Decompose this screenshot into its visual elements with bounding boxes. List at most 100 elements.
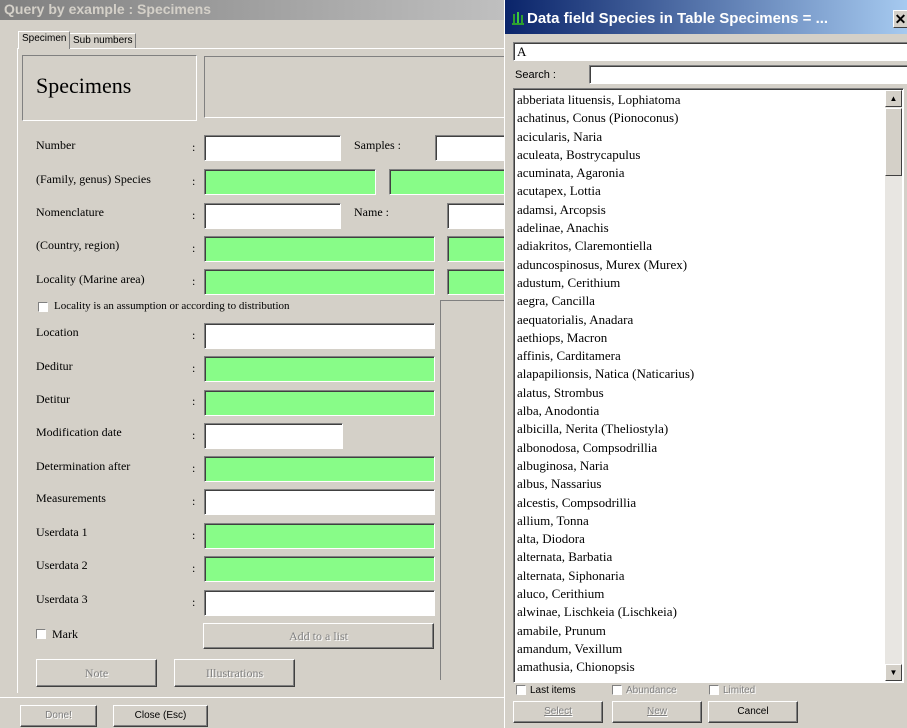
family-genus-field[interactable] xyxy=(204,169,376,195)
list-item[interactable]: albicilla, Nerita (Theliostyla) xyxy=(517,420,882,438)
list-item[interactable]: aculeata, Bostrycapulus xyxy=(517,146,882,164)
userdata2-field[interactable] xyxy=(204,556,435,582)
list-item[interactable]: abberiata lituensis, Lophiatoma xyxy=(517,91,882,109)
list-item[interactable]: aluco, Cerithium xyxy=(517,585,882,603)
number-field[interactable] xyxy=(204,135,341,161)
abundance-checkbox[interactable] xyxy=(612,685,622,695)
list-item[interactable]: aduncospinosus, Murex (Murex) xyxy=(517,256,882,274)
list-item[interactable]: acuminata, Agaronia xyxy=(517,164,882,182)
label-userdata1: Userdata 1 xyxy=(36,525,88,539)
list-item[interactable]: alcestis, Compsodrillia xyxy=(517,494,882,512)
detitur-field[interactable] xyxy=(204,390,435,416)
label-userdata2: Userdata 2 xyxy=(36,558,88,572)
tab-sub-numbers[interactable]: Sub numbers xyxy=(69,33,137,48)
group-box xyxy=(440,300,508,680)
query-window: Query by example : Specimens Specimen Su… xyxy=(0,0,508,728)
locality-field[interactable] xyxy=(204,269,435,295)
cancel-button[interactable]: Cancel xyxy=(708,701,798,723)
label-samples: Samples : xyxy=(354,138,401,152)
location-field[interactable] xyxy=(204,323,435,349)
list-item[interactable]: adelinae, Anachis xyxy=(517,219,882,237)
label-name: Name : xyxy=(354,205,389,219)
label-locality-assumption: Locality is an assumption or according t… xyxy=(54,300,290,312)
value-field[interactable]: A xyxy=(513,42,907,61)
list-item[interactable]: acutapex, Lottia xyxy=(517,182,882,200)
list-item[interactable]: alta, Diodora xyxy=(517,530,882,548)
search-input[interactable] xyxy=(589,65,907,84)
nomenclature-field[interactable] xyxy=(204,203,341,229)
list-item[interactable]: amandum, Vexillum xyxy=(517,640,882,658)
list-item[interactable]: amathusia, Chionopsis xyxy=(517,658,882,676)
userdata1-field[interactable] xyxy=(204,523,435,549)
determination-after-field[interactable] xyxy=(204,456,435,482)
close-button[interactable]: Close (Esc) xyxy=(113,705,208,727)
label-locality: Locality (Marine area) xyxy=(36,272,145,286)
species-field[interactable] xyxy=(389,169,508,195)
label-limited: Limited xyxy=(723,685,756,696)
list-item[interactable]: alternata, Barbatia xyxy=(517,548,882,566)
species-list[interactable]: abberiata lituensis, Lophiatoma achatinus… xyxy=(513,88,904,683)
country-field[interactable] xyxy=(204,236,435,262)
list-item[interactable]: albonodosa, Compsodrillia xyxy=(517,439,882,457)
colon: : xyxy=(192,274,196,288)
done-button[interactable]: Done! xyxy=(20,705,97,727)
limited-checkbox[interactable] xyxy=(709,685,719,695)
label-abundance: Abundance xyxy=(626,685,677,696)
list-item[interactable]: aegra, Cancilla xyxy=(517,292,882,310)
scroll-up-icon[interactable]: ▲ xyxy=(885,90,902,107)
colon: : xyxy=(192,361,196,375)
list-item[interactable]: amabile, Prunum xyxy=(517,622,882,640)
colon: : xyxy=(192,208,196,222)
add-to-list-button[interactable]: Add to a list xyxy=(203,623,434,649)
tab-specimen[interactable]: Specimen xyxy=(18,31,71,49)
list-item[interactable]: aethiops, Macron xyxy=(517,329,882,347)
colon: : xyxy=(192,461,196,475)
list-item[interactable]: alatus, Strombus xyxy=(517,384,882,402)
region-field[interactable] xyxy=(447,236,508,262)
search-label: Search : xyxy=(515,69,556,81)
list-item[interactable]: allium, Tonna xyxy=(517,512,882,530)
marine-area-field[interactable] xyxy=(447,269,508,295)
note-button[interactable]: Note xyxy=(36,659,157,687)
list-item[interactable]: achatinus, Conus (Pionoconus) xyxy=(517,109,882,127)
label-number: Number xyxy=(36,138,76,152)
label-deditur: Deditur xyxy=(36,359,73,373)
app-icon xyxy=(512,12,524,25)
label-nomenclature: Nomenclature xyxy=(36,205,104,219)
list-item[interactable]: alternata, Siphonaria xyxy=(517,567,882,585)
label-country: (Country, region) xyxy=(36,238,120,252)
samples-field[interactable] xyxy=(435,135,508,161)
deditur-field[interactable] xyxy=(204,356,435,382)
list-item[interactable]: albuginosa, Naria xyxy=(517,457,882,475)
new-button[interactable]: New xyxy=(612,701,702,723)
list-item[interactable]: albus, Nassarius xyxy=(517,475,882,493)
scroll-down-icon[interactable]: ▼ xyxy=(885,664,902,681)
list-item[interactable]: adustum, Cerithium xyxy=(517,274,882,292)
label-determination-after: Determination after xyxy=(36,459,131,473)
list-item[interactable]: aequatorialis, Anadara xyxy=(517,311,882,329)
colon: : xyxy=(192,241,196,255)
userdata3-field[interactable] xyxy=(204,590,435,616)
list-item[interactable]: acicularis, Naria xyxy=(517,128,882,146)
last-items-checkbox[interactable] xyxy=(516,685,526,695)
name-field[interactable] xyxy=(447,203,508,229)
list-item[interactable]: affinis, Carditamera xyxy=(517,347,882,365)
modification-date-field[interactable] xyxy=(204,423,343,449)
colon: : xyxy=(192,328,196,342)
select-button[interactable]: Select xyxy=(513,701,603,723)
list-item[interactable]: alapapilionsis, Natica (Naticarius) xyxy=(517,365,882,383)
scroll-thumb[interactable] xyxy=(885,108,902,176)
list-item[interactable]: alwinae, Lischkeia (Lischkeia) xyxy=(517,603,882,621)
colon: : xyxy=(192,494,196,508)
illustrations-button[interactable]: Illustrations xyxy=(174,659,295,687)
list-item[interactable]: alba, Anodontia xyxy=(517,402,882,420)
close-icon[interactable]: ✕ xyxy=(893,10,907,28)
mark-checkbox[interactable] xyxy=(36,629,46,639)
measurements-field[interactable] xyxy=(204,489,435,515)
colon: : xyxy=(192,140,196,154)
vertical-scrollbar[interactable]: ▲ ▼ xyxy=(885,90,902,681)
colon: : xyxy=(192,428,196,442)
list-item[interactable]: adamsi, Arcopsis xyxy=(517,201,882,219)
locality-assumption-checkbox[interactable] xyxy=(38,302,48,312)
list-item[interactable]: adiakritos, Claremontiella xyxy=(517,237,882,255)
